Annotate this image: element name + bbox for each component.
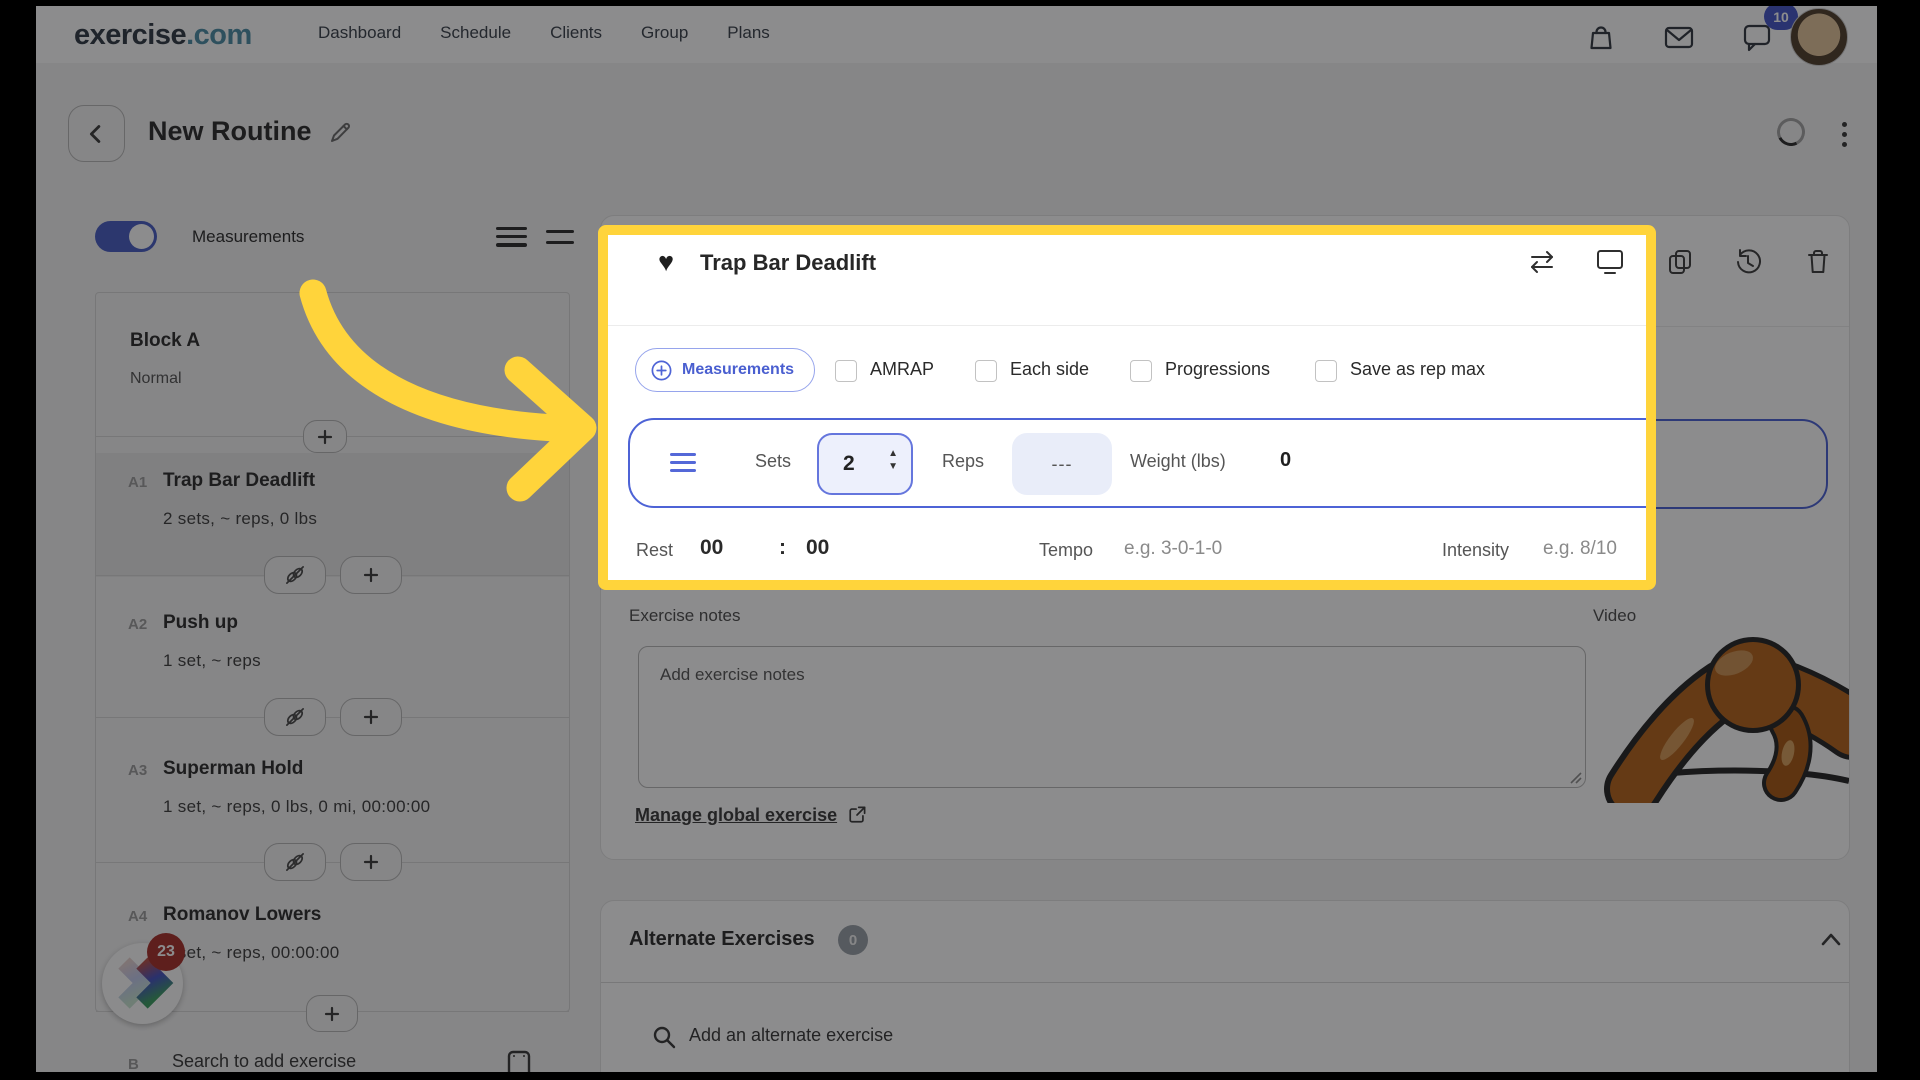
letterbox-bottom <box>0 1072 1920 1080</box>
checkbox-label: AMRAP <box>870 359 935 379</box>
drag-handle-icon[interactable] <box>670 453 696 472</box>
checkbox-each-side[interactable] <box>975 360 997 382</box>
letterbox-top <box>0 0 1920 6</box>
letterbox-right <box>1877 0 1920 1080</box>
tempo-input[interactable]: e.g. 3-0-1-0 <box>1124 538 1222 560</box>
display-icon[interactable] <box>1594 247 1626 277</box>
checkbox-label: Each side <box>1010 359 1090 379</box>
rest-separator: : <box>779 536 786 559</box>
checkbox-progressions[interactable] <box>1130 360 1152 382</box>
exercise-title: Trap Bar Deadlift <box>700 250 877 275</box>
set-configuration-row: Sets 2 ▲ ▼ Reps --- Weight (lbs) 0 <box>628 418 1646 508</box>
highlighted-exercise-config: ♥ Trap Bar Deadlift Measurements AMRAP E… <box>598 225 1656 590</box>
stepper-arrows: ▲ ▼ <box>888 448 898 472</box>
tempo-label: Tempo <box>1039 540 1094 560</box>
plus-circle-icon <box>651 360 672 380</box>
rest-label: Rest <box>636 540 674 560</box>
checkbox-label: Save as rep max <box>1350 359 1486 379</box>
sets-label: Sets <box>755 451 792 471</box>
checkbox-amrap[interactable] <box>835 360 857 382</box>
stepper-up-icon[interactable]: ▲ <box>888 448 898 459</box>
checkbox-label: Progressions <box>1165 359 1271 379</box>
reps-label: Reps <box>942 451 985 471</box>
reps-input[interactable]: --- <box>1012 433 1112 495</box>
intensity-input[interactable]: e.g. 8/10 <box>1543 538 1617 560</box>
add-measurements-button[interactable]: Measurements <box>635 348 816 392</box>
sets-stepper[interactable]: 2 ▲ ▼ <box>817 433 913 495</box>
favorite-heart-icon[interactable]: ♥ <box>658 245 674 279</box>
weight-value[interactable]: 0 <box>1280 449 1291 472</box>
swap-exercise-icon[interactable] <box>1526 248 1558 278</box>
screenshot-stage: exercise.com Dashboard Schedule Clients … <box>0 0 1920 1080</box>
checkbox-save-as-rep-max[interactable] <box>1315 360 1337 382</box>
intensity-label: Intensity <box>1442 540 1510 560</box>
letterbox-left <box>0 0 36 1080</box>
rest-minutes-input[interactable]: 00 <box>700 536 723 560</box>
stepper-down-icon[interactable]: ▼ <box>888 461 898 472</box>
divider <box>608 325 1646 326</box>
rest-seconds-input[interactable]: 00 <box>806 536 829 560</box>
sets-value: 2 <box>843 452 855 475</box>
weight-label: Weight (lbs) <box>1130 451 1226 471</box>
